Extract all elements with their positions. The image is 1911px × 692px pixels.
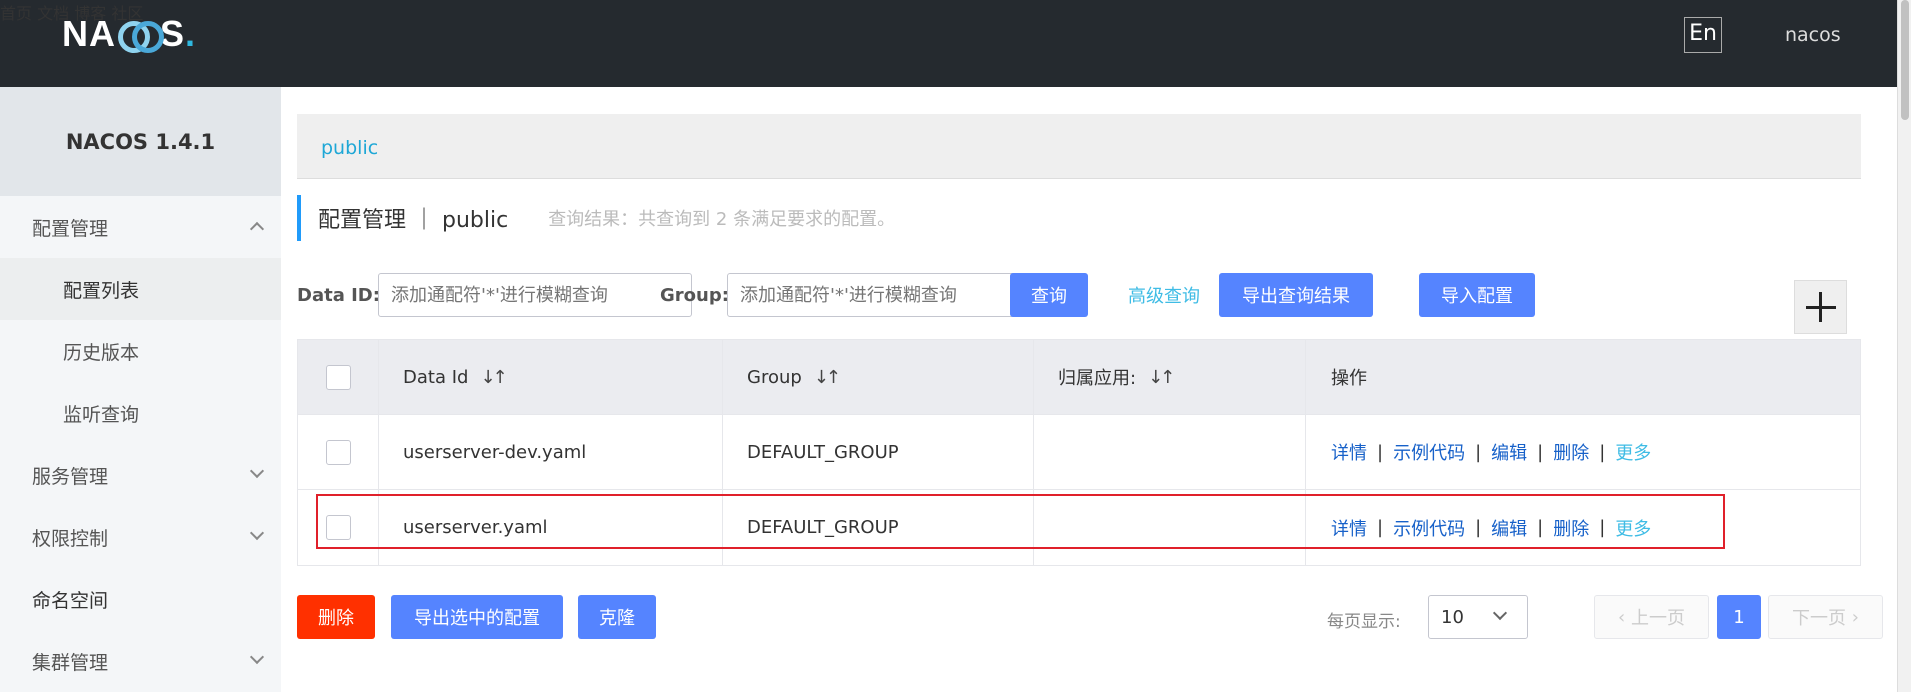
- logo-dot: .: [185, 13, 197, 54]
- cell-group: DEFAULT_GROUP: [723, 415, 1034, 489]
- sample-code-link[interactable]: 示例代码: [1393, 439, 1465, 465]
- user-menu[interactable]: nacos: [1785, 24, 1841, 46]
- sidebar-item-config-management[interactable]: 配置管理: [0, 196, 281, 258]
- sidebar-item-config-list[interactable]: 配置列表: [0, 258, 281, 320]
- delete-link[interactable]: 删除: [1553, 439, 1589, 465]
- sidebar-item-label: 权限控制: [32, 527, 109, 550]
- export-selected-button[interactable]: 导出选中的配置: [391, 595, 563, 639]
- separator: |: [1475, 441, 1482, 463]
- nav-home[interactable]: 首页: [0, 4, 32, 23]
- separator: |: [1599, 441, 1606, 463]
- namespace-link-public[interactable]: public: [321, 137, 378, 159]
- header-checkbox-cell: [298, 340, 379, 414]
- header-app[interactable]: 归属应用: ↓↑: [1034, 340, 1306, 414]
- cell-operations: 详情 | 示例代码 | 编辑 | 删除 | 更多: [1306, 415, 1862, 489]
- group-search-input[interactable]: [727, 273, 1041, 317]
- nacos-logo[interactable]: NA S.: [62, 13, 197, 54]
- chevron-up-icon: [249, 221, 265, 237]
- header-group[interactable]: Group ↓↑: [723, 340, 1034, 414]
- page-size-select[interactable]: 10: [1428, 595, 1528, 639]
- search-row: Data ID: Group: 查询 高级查询 导出查询结果 导入配置: [297, 273, 1877, 319]
- query-button[interactable]: 查询: [1010, 273, 1088, 317]
- select-all-checkbox[interactable]: [325, 364, 351, 390]
- sidebar: NACOS 1.4.1 配置管理 配置列表 历史版本 监听查询 服务管理 权限控…: [0, 87, 281, 692]
- table-header-row: Data Id ↓↑ Group ↓↑ 归属应用: ↓↑ 操作: [298, 340, 1860, 415]
- next-label: 下一页: [1792, 608, 1847, 629]
- add-config-button[interactable]: [1794, 280, 1847, 334]
- sidebar-item-label: 服务管理: [32, 465, 109, 488]
- sidebar-item-access-control[interactable]: 权限控制: [0, 506, 281, 568]
- sidebar-item-listener-query[interactable]: 监听查询: [0, 382, 281, 444]
- sort-icon[interactable]: ↓↑: [814, 367, 841, 388]
- advanced-query-link[interactable]: 高级查询: [1114, 273, 1214, 317]
- sidebar-item-label: 配置列表: [63, 279, 140, 302]
- page-size-value: 10: [1441, 606, 1464, 628]
- table-row: userserver-dev.yaml DEFAULT_GROUP 详情 | 示例…: [298, 415, 1860, 490]
- row-checkbox-cell: [298, 415, 379, 489]
- delete-button[interactable]: 删除: [297, 595, 375, 639]
- scrollbar-thumb[interactable]: [1901, 0, 1909, 120]
- logo-text-na: NA: [62, 13, 116, 54]
- header-operations: 操作: [1306, 340, 1862, 414]
- version-label: NACOS 1.4.1: [0, 87, 281, 196]
- page-title: 配置管理 ｜ public: [318, 208, 509, 233]
- sidebar-item-cluster-management[interactable]: 集群管理: [0, 630, 281, 692]
- export-results-button[interactable]: 导出查询结果: [1219, 273, 1373, 317]
- page-title-bar: 配置管理 ｜ public 查询结果：共查询到 2 条满足要求的配置。: [297, 195, 895, 241]
- sidebar-item-label: 配置管理: [32, 217, 109, 240]
- separator: |: [1377, 441, 1384, 463]
- cell-data-id: userserver-dev.yaml: [379, 415, 723, 489]
- data-id-search-input[interactable]: [378, 273, 692, 317]
- clone-button[interactable]: 克隆: [578, 595, 656, 639]
- sort-icon[interactable]: ↓↑: [480, 367, 507, 388]
- bottom-action-row: 删除 导出选中的配置 克隆 每页显示: 10 ‹ 上一页 1 下一页 ›: [297, 595, 1883, 641]
- more-link[interactable]: 更多: [1615, 439, 1651, 465]
- detail-link[interactable]: 详情: [1331, 439, 1367, 465]
- chevron-down-icon: [249, 525, 265, 541]
- next-page-button[interactable]: 下一页 ›: [1768, 595, 1883, 639]
- prev-page-button[interactable]: ‹ 上一页: [1594, 595, 1709, 639]
- chevron-right-icon: ›: [1846, 606, 1859, 628]
- row-checkbox[interactable]: [325, 439, 351, 465]
- chevron-down-icon: [249, 463, 265, 479]
- page-scrollbar[interactable]: [1897, 0, 1911, 692]
- cell-app: [1034, 415, 1306, 489]
- sidebar-item-label: 命名空间: [32, 589, 109, 612]
- page-size-label: 每页显示:: [1327, 612, 1401, 632]
- chevron-left-icon: ‹: [1618, 606, 1631, 628]
- logo-o-icon: [118, 19, 164, 53]
- sidebar-item-namespace[interactable]: 命名空间: [0, 568, 281, 630]
- selection-highlight-box: [316, 494, 1725, 549]
- chevron-down-icon: [249, 649, 265, 665]
- separator: |: [1537, 441, 1544, 463]
- chevron-down-icon: [1492, 605, 1508, 621]
- header-label: 归属应用:: [1058, 368, 1137, 389]
- header-label: Data Id: [403, 366, 469, 388]
- language-toggle-button[interactable]: En: [1684, 17, 1722, 53]
- sidebar-item-history[interactable]: 历史版本: [0, 320, 281, 382]
- header-label: 操作: [1331, 368, 1367, 389]
- sidebar-item-service-management[interactable]: 服务管理: [0, 444, 281, 506]
- sidebar-item-label: 监听查询: [63, 403, 140, 426]
- query-result-hint: 查询结果：共查询到 2 条满足要求的配置。: [548, 209, 896, 230]
- header-data-id[interactable]: Data Id ↓↑: [379, 340, 723, 414]
- group-label: Group:: [660, 285, 729, 306]
- prev-label: 上一页: [1630, 608, 1685, 629]
- sidebar-item-label: 历史版本: [63, 341, 140, 364]
- top-navbar: NA S. 首页 文档 博客 社区 En nacos: [0, 0, 1897, 87]
- page-1-button[interactable]: 1: [1717, 595, 1761, 639]
- main-content: public 配置管理 ｜ public 查询结果：共查询到 2 条满足要求的配…: [281, 87, 1897, 692]
- header-label: Group: [747, 366, 802, 388]
- sidebar-item-label: 集群管理: [32, 651, 109, 674]
- data-id-label: Data ID:: [297, 285, 380, 306]
- import-config-button[interactable]: 导入配置: [1419, 273, 1535, 317]
- namespace-bar: public: [297, 114, 1861, 179]
- edit-link[interactable]: 编辑: [1491, 439, 1527, 465]
- sort-icon[interactable]: ↓↑: [1148, 367, 1175, 388]
